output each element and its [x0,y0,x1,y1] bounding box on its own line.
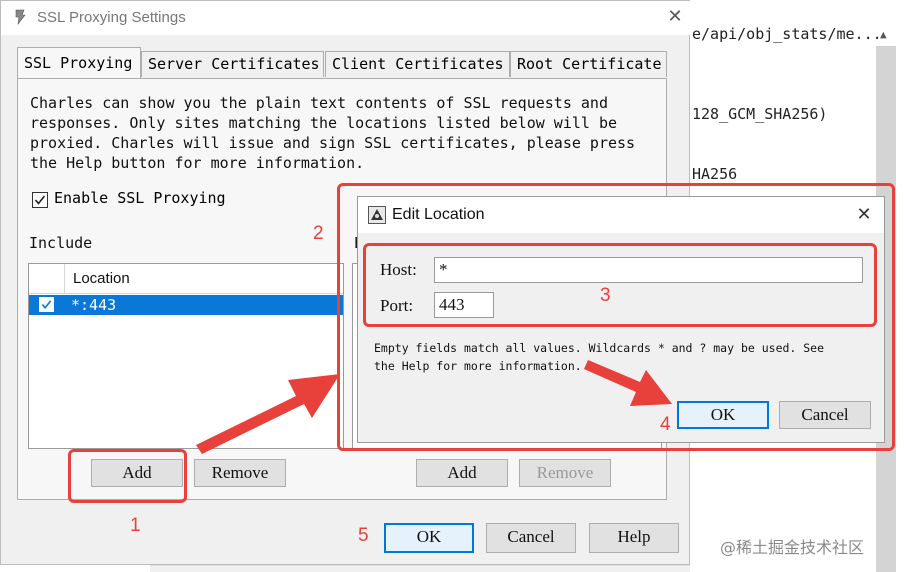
annotation-number-3: 3 [600,285,611,306]
annotation-number-2: 2 [313,223,324,244]
arrow-to-edit-dialog-icon [196,374,340,454]
annotation-arrows [196,360,672,454]
annotation-number-4: 4 [660,414,671,435]
tab-ssl-proxying[interactable]: SSL Proxying [17,47,141,78]
watermark: @稀土掘金技术社区 [720,538,865,557]
annotation-number-1: 1 [130,515,141,536]
annotation-number-5: 5 [358,525,369,546]
arrow-to-ok-icon [584,360,672,406]
